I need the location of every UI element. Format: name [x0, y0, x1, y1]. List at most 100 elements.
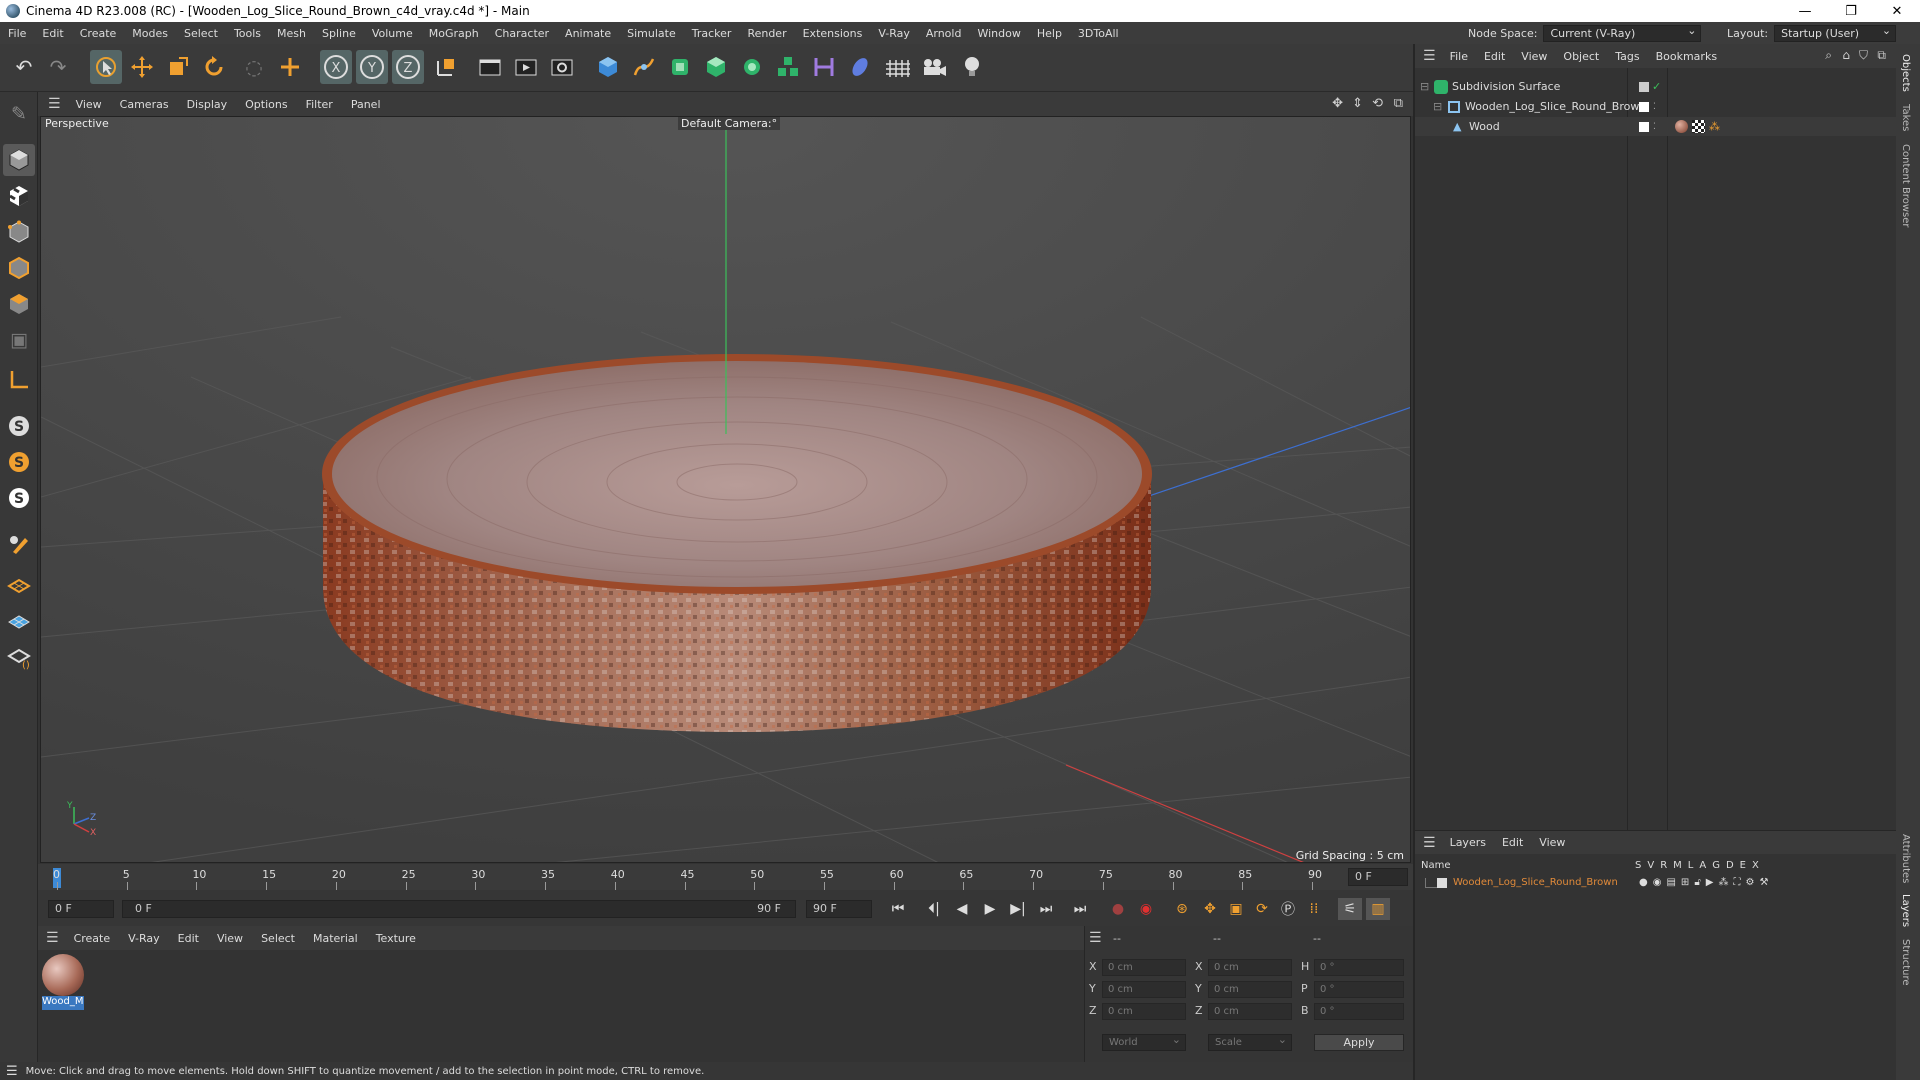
autokey-icon[interactable]: ◉: [1134, 898, 1158, 920]
object-hamburger-icon[interactable]: ☰: [1415, 48, 1442, 64]
size-mode-dropdown[interactable]: Scale: [1208, 1032, 1292, 1051]
material-hamburger-icon[interactable]: ☰: [38, 930, 65, 946]
move-icon[interactable]: [126, 50, 158, 84]
layout-dropdown[interactable]: Startup (User): [1774, 23, 1897, 42]
lock-icon[interactable]: 🔓︎: [1694, 877, 1700, 888]
polygon-mode-icon[interactable]: [3, 288, 35, 320]
dolly-view-icon[interactable]: ⇕: [1352, 96, 1363, 111]
viewport-menu-cameras[interactable]: Cameras: [111, 98, 178, 111]
material-menu-edit[interactable]: Edit: [169, 932, 208, 945]
col-xref[interactable]: X: [1752, 860, 1759, 871]
layer-hamburger-icon[interactable]: ☰: [1415, 835, 1442, 851]
menu-window[interactable]: Window: [969, 27, 1028, 40]
mograph-cloner-icon[interactable]: [772, 50, 804, 84]
layer-color-icon[interactable]: [1639, 81, 1649, 92]
field-icon[interactable]: [844, 50, 876, 84]
toggle-layout-icon[interactable]: ⧉: [1394, 96, 1403, 111]
workplane-icon[interactable]: [3, 570, 35, 602]
add-icon[interactable]: [274, 50, 306, 84]
key-rotation-icon[interactable]: ⟳: [1250, 898, 1274, 920]
menu-modes[interactable]: Modes: [124, 27, 176, 40]
render-view-icon[interactable]: [510, 50, 542, 84]
go-to-end-icon[interactable]: ⏭: [1068, 898, 1092, 920]
collapse-icon[interactable]: ⊟: [1433, 100, 1443, 113]
subdivision-icon[interactable]: [664, 50, 696, 84]
render-settings-icon[interactable]: [546, 50, 578, 84]
hamburger-menu-icon[interactable]: ☰: [38, 96, 67, 112]
go-to-start-icon[interactable]: ⏮: [886, 898, 910, 920]
object-menu-object[interactable]: Object: [1555, 50, 1607, 63]
layer-color-swatch[interactable]: [1437, 877, 1447, 888]
start-frame-field[interactable]: 0 F: [48, 900, 114, 918]
tab-objects[interactable]: Objects: [1900, 54, 1911, 92]
viewport-menu-view[interactable]: View: [67, 98, 111, 111]
tab-structure[interactable]: Structure: [1900, 939, 1911, 986]
viewport-menu-filter[interactable]: Filter: [297, 98, 342, 111]
rotate-view-icon[interactable]: ⟲: [1372, 96, 1383, 111]
collapse-icon[interactable]: ⊟: [1420, 80, 1430, 93]
expression-icon[interactable]: ⚙: [1746, 877, 1755, 888]
object-menu-tags[interactable]: Tags: [1607, 50, 1647, 63]
layer-menu-view[interactable]: View: [1531, 836, 1573, 849]
tab-takes[interactable]: Takes: [1900, 104, 1911, 131]
deformer-icon[interactable]: [808, 50, 840, 84]
size-x-field[interactable]: 0 cm: [1208, 959, 1292, 976]
deformer-flag-icon[interactable]: ⛶: [1734, 877, 1741, 888]
key-scale-icon[interactable]: ▣: [1224, 898, 1248, 920]
light-icon[interactable]: [956, 50, 988, 84]
pen-spline-icon[interactable]: [628, 50, 660, 84]
model-mode-icon[interactable]: [3, 144, 35, 176]
viewport-3d[interactable]: Perspective Default Camera:° Grid Spacin…: [40, 116, 1411, 863]
floor-icon[interactable]: [882, 50, 914, 84]
layer-row[interactable]: Wooden_Log_Slice_Round_Brown ● ◉ ▤ ⊞ 🔓︎ …: [1415, 873, 1898, 892]
col-deformers[interactable]: D: [1726, 860, 1734, 871]
object-row-wood[interactable]: ▲ Wood ⁚ ⁂: [1415, 117, 1898, 136]
home-icon[interactable]: ⌂: [1842, 48, 1850, 62]
undo-icon[interactable]: ↶: [8, 50, 40, 84]
keyframe-selection-icon[interactable]: ⊛: [1170, 898, 1194, 920]
motion-recording-icon[interactable]: ⚟: [1338, 898, 1362, 920]
col-expressions[interactable]: E: [1740, 860, 1746, 871]
viewport-menu-options[interactable]: Options: [236, 98, 296, 111]
size-z-field[interactable]: 0 cm: [1208, 1003, 1292, 1020]
col-render[interactable]: R: [1660, 860, 1667, 871]
col-manager[interactable]: M: [1673, 860, 1682, 871]
col-solo[interactable]: S: [1635, 860, 1641, 871]
search-icon[interactable]: ⌕: [1825, 48, 1832, 63]
node-space-dropdown[interactable]: Current (V-Ray): [1543, 23, 1702, 42]
key-parameter-icon[interactable]: Ⓟ: [1276, 898, 1300, 920]
locked-workplane-icon[interactable]: [3, 606, 35, 638]
render-region-icon[interactable]: [474, 50, 506, 84]
tab-content-browser[interactable]: Content Browser: [1900, 144, 1911, 227]
coordinate-system-icon[interactable]: [430, 50, 462, 84]
filter-icon[interactable]: ⛉: [1859, 48, 1868, 63]
snap-icon[interactable]: S: [3, 410, 35, 442]
layer-color-icon[interactable]: [1639, 121, 1649, 132]
viewport-menu-display[interactable]: Display: [178, 98, 237, 111]
key-position-icon[interactable]: ✥: [1198, 898, 1222, 920]
end-frame-field[interactable]: 90 F: [806, 900, 872, 918]
menu-select[interactable]: Select: [176, 27, 226, 40]
layer-menu-layers[interactable]: Layers: [1442, 836, 1494, 849]
object-menu-bookmarks[interactable]: Bookmarks: [1648, 50, 1725, 63]
position-x-field[interactable]: 0 cm: [1102, 959, 1186, 976]
menu-animate[interactable]: Animate: [557, 27, 619, 40]
object-row-subdivision-surface[interactable]: ⊟ Subdivision Surface ✓: [1415, 77, 1898, 96]
previous-key-icon[interactable]: ⏴|: [922, 898, 946, 920]
previous-frame-icon[interactable]: ◀: [950, 898, 974, 920]
next-frame-icon[interactable]: ▶|: [1006, 898, 1030, 920]
vray-tag-icon[interactable]: ⁂: [1709, 120, 1720, 133]
scale-icon[interactable]: [162, 50, 194, 84]
material-menu-create[interactable]: Create: [65, 932, 120, 945]
select-cursor-icon[interactable]: [90, 50, 122, 84]
material-menu-view[interactable]: View: [208, 932, 252, 945]
new-window-icon[interactable]: ⧉: [1877, 48, 1886, 63]
material-menu-material[interactable]: Material: [304, 932, 367, 945]
rotation-p-field[interactable]: 0 °: [1314, 981, 1404, 998]
extrude-icon[interactable]: [700, 50, 732, 84]
viewport-camera-label[interactable]: Default Camera:°: [678, 117, 781, 130]
material-swatch-wood[interactable]: Wood_M: [42, 954, 84, 1010]
uvw-tag-icon[interactable]: [1692, 120, 1705, 133]
material-tag-icon[interactable]: [1675, 120, 1688, 133]
menu-create[interactable]: Create: [72, 27, 125, 40]
